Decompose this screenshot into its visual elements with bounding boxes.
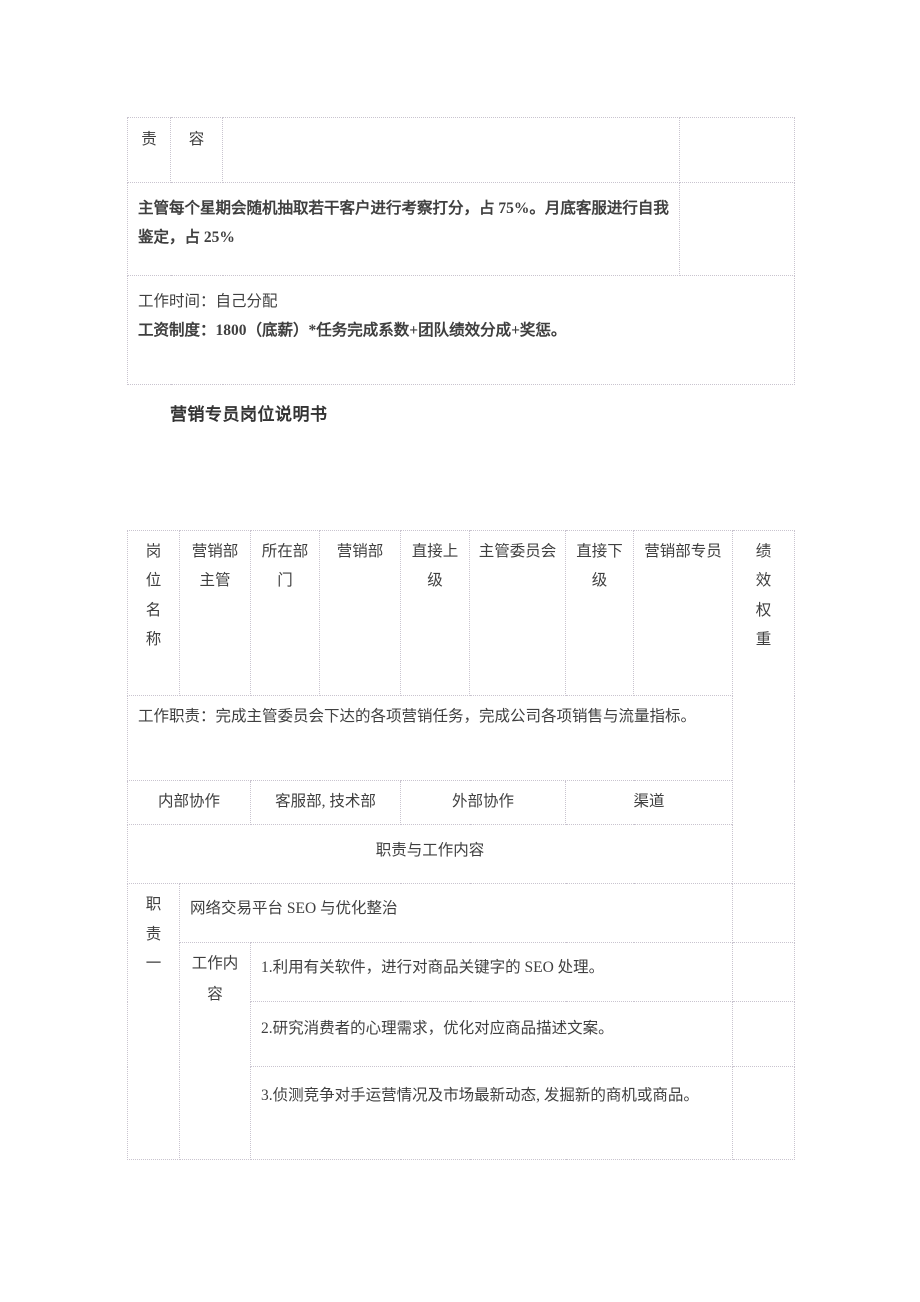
duties-summary: 工作职责：完成主管委员会下达的各项营销任务，完成公司各项销售与流量指标。 bbox=[127, 695, 733, 781]
duty-one-item-3-weight bbox=[732, 1066, 795, 1161]
duty-one-title: 网络交易平台 SEO 与优化整治 bbox=[179, 883, 733, 944]
top-header-col1: 责 bbox=[127, 117, 171, 183]
marketing-specialist-job-description-table: 岗位名称 营销部主管 所在部门 营销部 直接上级 主管委员会 直接下级 营销部专… bbox=[127, 529, 795, 1161]
duties-section-header: 职责与工作内容 bbox=[127, 824, 733, 885]
table-row: 职责一 网络交易平台 SEO 与优化整治 bbox=[127, 883, 795, 1161]
internal-collaboration-value: 客服部, 技术部 bbox=[250, 779, 401, 826]
duty-one-item-1-weight bbox=[732, 942, 795, 1003]
work-hours-line: 工作时间：自己分配 bbox=[138, 293, 278, 310]
performance-weight-label: 绩效权重 bbox=[732, 529, 795, 885]
subordinate-label: 直接下级 bbox=[565, 530, 634, 696]
subordinate-value: 营销部专员 bbox=[633, 530, 733, 696]
table-row: 工作内容 1.利用有关软件，进行对商品关键字的 SEO 处理。 bbox=[128, 942, 795, 1161]
department-label: 所在部门 bbox=[250, 530, 320, 696]
table-row: 主管每个星期会随机抽取若干客户进行考察打分，占 75%。月底客服进行自我鉴定，占… bbox=[127, 182, 795, 276]
table-row: 工作时间：自己分配 工资制度：1800（底薪）*任务完成系数+团队绩效分成+奖惩… bbox=[127, 275, 795, 385]
terms-cell: 工作时间：自己分配 工资制度：1800（底薪）*任务完成系数+团队绩效分成+奖惩… bbox=[127, 275, 795, 385]
document-page: 责 容 主管每个星期会随机抽取若干客户进行考察打分，占 75%。月底客服进行自我… bbox=[0, 0, 920, 1302]
superior-value: 主管委员会 bbox=[469, 530, 566, 696]
assessment-text: 主管每个星期会随机抽取若干客户进行考察打分，占 75%。月底客服进行自我鉴定，占… bbox=[127, 182, 680, 276]
duty-one-label: 职责一 bbox=[127, 883, 180, 1161]
department-value: 营销部 bbox=[319, 530, 401, 696]
top-header-col4 bbox=[679, 117, 795, 183]
assessment-weight bbox=[679, 182, 795, 276]
external-collaboration-value: 渠道 bbox=[565, 779, 733, 826]
duty-one-content-label: 工作内容 bbox=[179, 942, 251, 1161]
duty-one-item-3: 3.侦测竞争对手运营情况及市场最新动态, 发掘新的商机或商品。 bbox=[250, 1066, 733, 1161]
duty-one-item-2-weight bbox=[732, 1001, 795, 1068]
page-title: 营销专员岗位说明书 bbox=[170, 405, 328, 424]
position-name-label: 岗位名称 bbox=[127, 530, 180, 696]
internal-collaboration-label: 内部协作 bbox=[127, 779, 251, 826]
top-header-col3 bbox=[222, 117, 680, 183]
position-name-value: 营销部主管 bbox=[179, 530, 251, 696]
table-row: 责 容 bbox=[127, 117, 795, 183]
superior-label: 直接上级 bbox=[400, 530, 470, 696]
table-row: 职责与工作内容 bbox=[127, 824, 795, 885]
duty-one-item-1: 1.利用有关软件，进行对商品关键字的 SEO 处理。 bbox=[250, 942, 733, 1003]
top-header-col2: 容 bbox=[170, 117, 223, 183]
table-row: 工作职责：完成主管委员会下达的各项营销任务，完成公司各项销售与流量指标。 bbox=[127, 695, 795, 781]
table-row: 内部协作 客服部, 技术部 外部协作 渠道 bbox=[127, 779, 795, 826]
salary-line: 工资制度：1800（底薪）*任务完成系数+团队绩效分成+奖惩。 bbox=[138, 321, 567, 339]
table-row: 岗位名称 营销部主管 所在部门 营销部 直接上级 主管委员会 直接下级 营销部专… bbox=[127, 529, 795, 885]
responsibility-continuation-table: 责 容 主管每个星期会随机抽取若干客户进行考察打分，占 75%。月底客服进行自我… bbox=[127, 117, 795, 385]
duty-one-title-weight bbox=[732, 883, 795, 944]
duty-one-item-2: 2.研究消费者的心理需求，优化对应商品描述文案。 bbox=[250, 1001, 733, 1068]
external-collaboration-label: 外部协作 bbox=[400, 779, 566, 826]
